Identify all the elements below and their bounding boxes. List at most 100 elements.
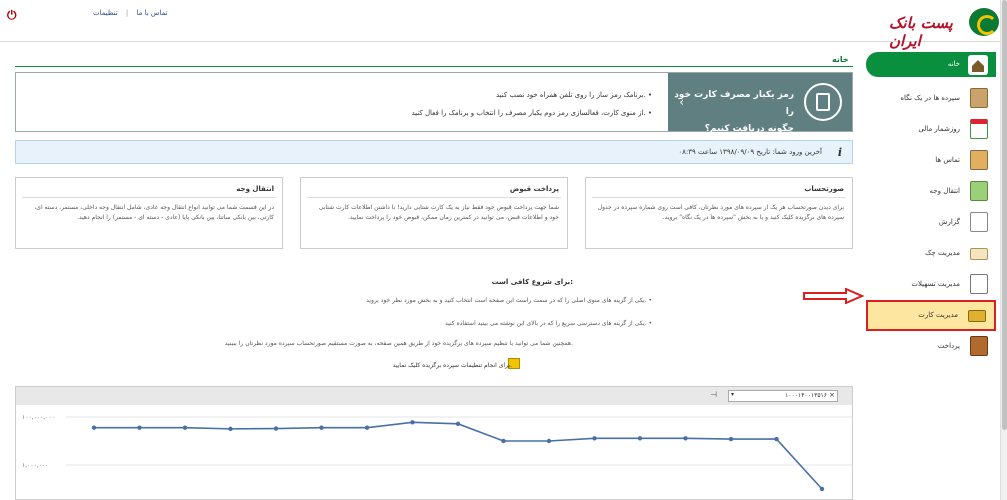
pin-icon[interactable]: ⊣ <box>710 390 717 399</box>
banner-title-line1: رمز یکبار مصرف کارت خود را <box>674 90 794 117</box>
contacts-icon <box>970 150 988 170</box>
logo-emblem-icon <box>969 8 999 36</box>
sidebar-item-label: تماس ها <box>935 156 960 164</box>
sidebar-item-home[interactable]: خانه <box>866 52 996 77</box>
cheque-icon <box>970 248 988 260</box>
money-transfer-icon <box>970 181 988 201</box>
red-arrow-icon <box>803 288 864 304</box>
bank-building-icon <box>970 274 988 294</box>
power-icon[interactable]: ⏻ <box>7 8 17 23</box>
top-bar: ⏻ تماس با ما | تنظیمات پست بانک ایران <box>0 0 1007 50</box>
data-point[interactable] <box>228 426 233 432</box>
contact-link[interactable]: تماس با ما <box>137 9 168 17</box>
chart-toolbar: ⊣ ▾ ۱۰۰۰۱۴۰۰۱۳۵۱۶ × <box>16 387 852 405</box>
top-links: تماس با ما | تنظیمات <box>90 9 171 17</box>
favorites-note: همچنین شما می توانید با تنظیم سپرده های … <box>224 340 573 347</box>
sidebar-item-label: گزارش <box>938 218 960 226</box>
card-body: برای دیدن صورتحساب هر یک از سپرده های مو… <box>597 204 844 221</box>
sidebar-item-label: مدیریت چک <box>925 249 960 257</box>
banner-title: رمز یکبار مصرف کارت خود را چگونه دریافت … <box>668 87 794 138</box>
card-title[interactable]: پرداخت قبوض <box>510 185 559 193</box>
sidebar-item-contacts[interactable]: تماس ها <box>866 145 996 176</box>
sidebar-item-label: خانه <box>947 60 960 68</box>
data-point[interactable] <box>137 425 142 430</box>
chevron-down-icon[interactable]: ▾ <box>731 391 734 398</box>
money-transfer-card[interactable]: انتقال وجه در این قسمت شما می توانید انو… <box>15 177 283 249</box>
sidebar-item-label: مدیریت کارت <box>918 311 958 319</box>
wallet-icon <box>970 336 988 356</box>
sidebar-item-label: مدیریت تسهیلات <box>911 280 960 288</box>
report-icon <box>970 212 988 232</box>
page-scrollbar[interactable] <box>1000 0 1007 500</box>
data-point[interactable] <box>637 436 643 441</box>
banner-title-line2: چگونه دریافت کنیم؟ <box>704 124 794 134</box>
y-tick-label: ۱۰۰,۰۰۰,۰۰۰ <box>22 414 55 421</box>
y-tick-label: ۱,۰۰۰,۰۰۰ <box>22 462 48 469</box>
getting-started-bullet: یکی از گزینه های منوی اصلی را که در سمت … <box>366 297 652 304</box>
data-point[interactable] <box>182 425 188 430</box>
data-point[interactable] <box>501 438 506 444</box>
getting-started-bullet: یکی از گزینه های دسترسی سریع را که در با… <box>445 320 652 327</box>
sidebar-item-deposits-overview[interactable]: سپرده ها در یک نگاه <box>866 83 996 114</box>
balance-chart-panel: ⊣ ▾ ۱۰۰۰۱۴۰۰۱۳۵۱۶ × ۱۰۰,۰۰۰,۰۰۰ ۱,۰۰۰,۰۰۰ <box>15 386 853 500</box>
calendar-icon <box>970 119 988 139</box>
otp-banner[interactable]: رمز یکبار مصرف کارت خود را چگونه دریافت … <box>15 72 853 134</box>
data-point[interactable] <box>728 436 734 442</box>
link-separator: | <box>125 9 129 17</box>
card-title[interactable]: انتقال وجه <box>236 185 274 193</box>
sidebar-item-label: سپرده ها در یک نگاه <box>900 94 960 102</box>
card-divider <box>592 197 846 198</box>
sidebar-item-financial-calendar[interactable]: روزشمار مالی <box>866 114 996 145</box>
sidebar-item-payment[interactable]: پرداخت <box>866 331 996 362</box>
title-divider <box>15 66 853 67</box>
card-title[interactable]: صورتحساب <box>804 185 844 193</box>
scrollbar-thumb[interactable] <box>1002 0 1007 430</box>
data-point[interactable] <box>592 436 597 441</box>
chevron-left-icon[interactable]: ‹ <box>679 95 684 109</box>
data-point[interactable] <box>273 426 279 431</box>
home-icon <box>968 55 988 75</box>
info-icon: i <box>837 146 842 159</box>
sidebar-item-label: روزشمار مالی <box>918 125 960 133</box>
data-point[interactable] <box>819 486 825 492</box>
balance-series-line <box>94 421 823 490</box>
data-point[interactable] <box>774 436 779 442</box>
main-menu: خانه سپرده ها در یک نگاه روزشمار مالی تم… <box>866 52 996 362</box>
bill-payment-card[interactable]: پرداخت قبوض شما جهت پرداخت قبوض خود فقط … <box>300 177 568 249</box>
deposits-icon <box>970 88 988 108</box>
account-select-value: ۱۰۰۰۱۴۰۰۱۳۵۱۶ <box>785 392 827 399</box>
data-point[interactable] <box>546 438 552 444</box>
last-login-text: آخرین ورود شما: تاریخ ۱۳۹۸/۰۹/۰۹ ساعت ۰۸… <box>678 148 822 156</box>
banner-bullet: برنامک رمز ساز را روی تلفن همراه خود نصب… <box>496 91 652 99</box>
sidebar-item-label: انتقال وجه <box>929 187 960 195</box>
banner-bullet: از منوی کارت، فعالسازی رمز دوم یکبار مصر… <box>411 109 652 117</box>
statement-card[interactable]: صورتحساب برای دیدن صورتحساب هر یک از سپر… <box>585 177 853 249</box>
banner-header: رمز یکبار مصرف کارت خود را چگونه دریافت … <box>668 73 852 134</box>
sidebar-item-label: پرداخت <box>937 342 960 350</box>
last-login-bar: i آخرین ورود شما: تاریخ ۱۳۹۸/۰۹/۰۹ ساعت … <box>15 140 853 164</box>
clear-icon[interactable]: × <box>829 391 835 399</box>
sidebar-item-report[interactable]: گزارش <box>866 207 996 238</box>
postbank-logo[interactable]: پست بانک ایران <box>889 8 999 50</box>
favorites-settings-link[interactable]: برای انجام تنظیمات سپرده برگزیده کلیک نم… <box>393 362 512 369</box>
sidebar-item-loan-management[interactable]: مدیریت تسهیلات <box>866 269 996 300</box>
mobile-card-icon <box>804 83 842 121</box>
sidebar-item-transfer[interactable]: انتقال وجه <box>866 176 996 207</box>
data-point[interactable] <box>319 425 324 430</box>
card-body: در این قسمت شما می توانید انواع انتقال و… <box>34 204 274 221</box>
data-point[interactable] <box>455 421 461 427</box>
settings-link[interactable]: تنظیمات <box>93 9 118 17</box>
card-divider <box>22 197 276 198</box>
page-title: خانه <box>832 55 849 64</box>
data-point[interactable] <box>410 420 415 425</box>
account-select[interactable]: ▾ ۱۰۰۰۱۴۰۰۱۳۵۱۶ × <box>728 390 838 402</box>
sidebar-item-card-management[interactable]: مدیریت کارت <box>866 300 996 331</box>
data-point[interactable] <box>91 425 97 430</box>
logo-text: پست بانک ایران <box>889 14 953 50</box>
sidebar-item-cheque-management[interactable]: مدیریت چک <box>866 238 996 269</box>
card-divider <box>307 197 561 198</box>
card-body: شما جهت پرداخت قبوض خود فقط نیاز به یک ک… <box>318 204 559 221</box>
credit-card-icon <box>968 310 986 322</box>
data-point[interactable] <box>683 436 688 441</box>
data-point[interactable] <box>364 425 370 430</box>
